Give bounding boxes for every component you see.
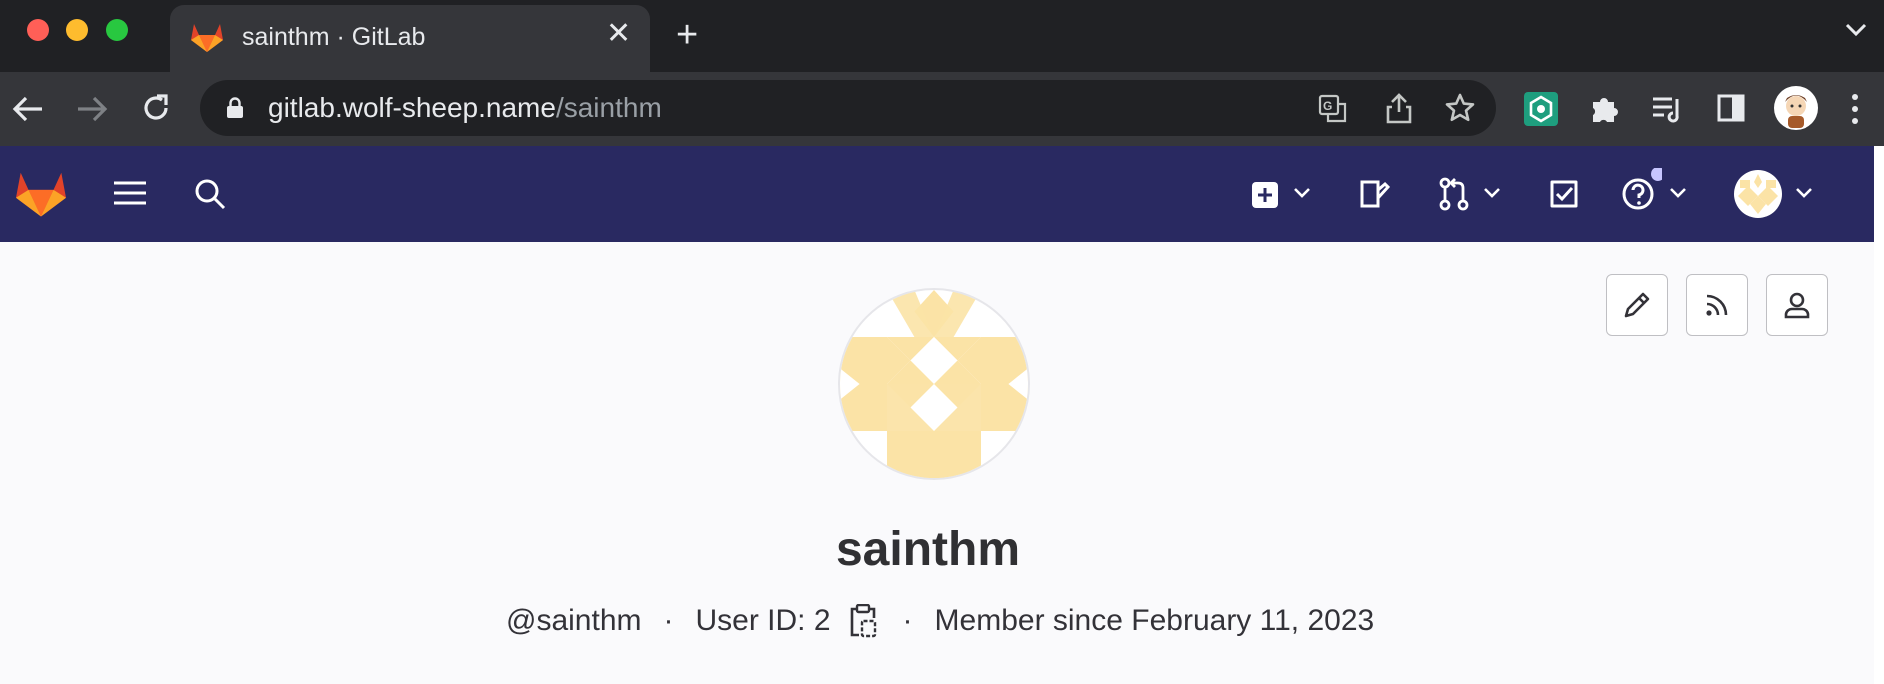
profile-meta: @sainthm · User ID: 2 · Member since Feb… xyxy=(506,604,1374,638)
profile-avatar xyxy=(838,288,1030,480)
extension-hexagon-icon[interactable] xyxy=(1524,92,1558,126)
edit-profile-button[interactable] xyxy=(1606,274,1668,336)
gitlab-logo-icon[interactable] xyxy=(14,168,68,218)
rss-icon xyxy=(1706,294,1728,316)
close-window-button[interactable] xyxy=(27,19,49,41)
forward-arrow-icon[interactable] xyxy=(76,94,108,124)
rss-feed-button[interactable] xyxy=(1686,274,1748,336)
new-tab-button[interactable]: + xyxy=(676,16,698,54)
main-menu-icon[interactable] xyxy=(112,178,148,208)
url-path: /sainthm xyxy=(555,92,662,123)
back-arrow-icon[interactable] xyxy=(12,94,44,124)
url-text: gitlab.wolf-sheep.name/sainthm xyxy=(268,92,662,124)
maximize-window-button[interactable] xyxy=(106,19,128,41)
user-menu-chevron-down-icon[interactable] xyxy=(1794,186,1814,200)
extensions-puzzle-icon[interactable] xyxy=(1588,92,1622,126)
new-item-icon[interactable] xyxy=(1252,182,1278,208)
user-avatar[interactable] xyxy=(1734,170,1782,218)
reading-list-icon[interactable] xyxy=(1650,92,1686,126)
separator: · xyxy=(902,604,913,637)
pencil-icon xyxy=(1624,292,1650,318)
member-since: Member since February 11, 2023 xyxy=(934,604,1375,637)
user-id: User ID: 2 xyxy=(695,604,831,637)
bookmark-star-icon[interactable] xyxy=(1444,92,1476,124)
minimize-window-button[interactable] xyxy=(66,19,88,41)
reload-icon[interactable] xyxy=(140,92,172,124)
lock-icon[interactable] xyxy=(226,97,244,119)
tab-close-button[interactable]: ✕ xyxy=(606,19,631,49)
svg-text:G: G xyxy=(1323,99,1332,113)
tab-search-chevron-icon[interactable] xyxy=(1844,22,1868,38)
merge-requests-chevron-down-icon[interactable] xyxy=(1482,186,1502,200)
user-icon xyxy=(1784,292,1810,319)
browser-tab-strip: sainthm · GitLab ✕ + xyxy=(0,0,1884,72)
share-icon[interactable] xyxy=(1386,92,1412,124)
profile-handle: @sainthm xyxy=(506,604,642,637)
address-bar[interactable]: gitlab.wolf-sheep.name/sainthm G xyxy=(200,80,1496,136)
help-icon[interactable] xyxy=(1620,168,1662,212)
search-icon[interactable] xyxy=(194,178,226,210)
issues-icon[interactable] xyxy=(1358,178,1390,210)
url-host: gitlab.wolf-sheep.name xyxy=(268,92,556,123)
new-item-chevron-down-icon[interactable] xyxy=(1292,186,1312,200)
side-panel-icon[interactable] xyxy=(1716,92,1746,124)
merge-requests-icon[interactable] xyxy=(1438,176,1470,212)
help-chevron-down-icon[interactable] xyxy=(1668,186,1688,200)
todos-icon[interactable] xyxy=(1548,178,1580,210)
browser-profile-avatar[interactable] xyxy=(1774,86,1818,130)
profile-name: sainthm xyxy=(835,523,1021,576)
identicon-pattern xyxy=(840,290,1028,478)
browser-tab[interactable]: sainthm · GitLab ✕ xyxy=(170,5,650,72)
gitlab-top-bar xyxy=(0,146,1874,242)
user-info-button[interactable] xyxy=(1766,274,1828,336)
gitlab-favicon-icon xyxy=(191,24,223,52)
translate-icon[interactable]: G xyxy=(1318,94,1348,124)
browser-toolbar: gitlab.wolf-sheep.name/sainthm G xyxy=(0,72,1884,147)
tab-title: sainthm · GitLab xyxy=(242,23,426,51)
separator: · xyxy=(663,604,674,637)
page-scrollbar-gutter xyxy=(1874,146,1884,684)
copy-user-id-icon[interactable] xyxy=(849,604,877,638)
browser-menu-icon[interactable] xyxy=(1850,92,1860,126)
